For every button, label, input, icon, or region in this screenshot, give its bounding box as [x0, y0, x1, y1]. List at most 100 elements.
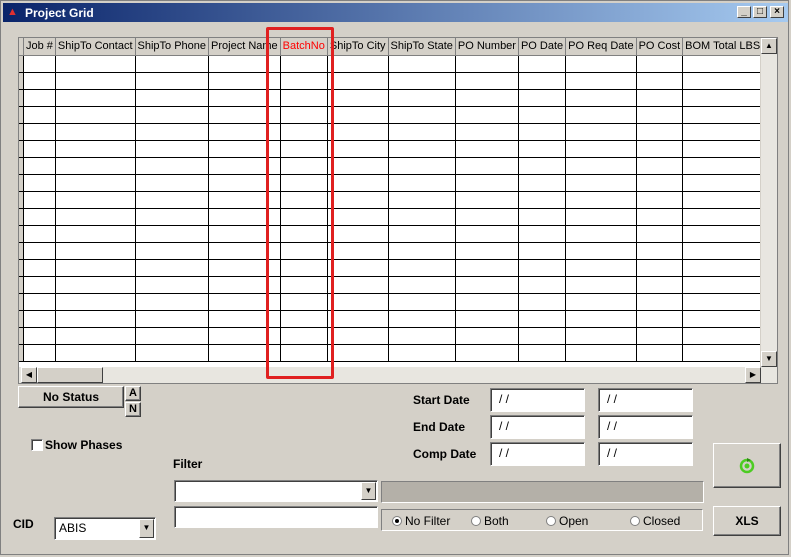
end-date-from-input[interactable]: / / [490, 415, 585, 439]
grid-cell[interactable] [23, 208, 56, 226]
table-row[interactable] [19, 174, 777, 192]
grid-cell[interactable] [565, 174, 637, 192]
grid-cell[interactable] [388, 259, 456, 277]
grid-cell[interactable] [565, 327, 637, 345]
grid-cell[interactable] [565, 123, 637, 141]
grid-cell[interactable] [455, 106, 519, 124]
grid-cell[interactable] [55, 208, 136, 226]
grid-cell[interactable] [518, 225, 567, 243]
grid-cell[interactable] [565, 293, 637, 311]
grid-cell[interactable] [55, 293, 136, 311]
radio-open-dot[interactable] [546, 516, 556, 526]
grid-cell[interactable] [135, 123, 210, 141]
grid-cell[interactable] [23, 293, 56, 311]
grid-table[interactable]: Job # ShipTo Contact ShipTo Phone Projec… [19, 38, 777, 362]
col-shipto-city[interactable]: ShipTo City [327, 38, 389, 56]
grid-cell[interactable] [455, 208, 519, 226]
grid-cell[interactable] [23, 327, 56, 345]
table-row[interactable] [19, 106, 777, 124]
grid-cell[interactable] [682, 140, 764, 158]
grid-cell[interactable] [327, 123, 389, 141]
grid-cell[interactable] [636, 242, 684, 260]
start-date-to-input[interactable]: / / [598, 388, 693, 412]
grid-cell[interactable] [455, 225, 519, 243]
grid-cell[interactable] [327, 191, 389, 209]
grid-cell[interactable] [327, 140, 389, 158]
grid-cell[interactable] [455, 55, 519, 73]
end-date-to-input[interactable]: / / [598, 415, 693, 439]
grid-cell[interactable] [565, 225, 637, 243]
comp-date-from-input[interactable]: / / [490, 442, 585, 466]
close-button[interactable]: × [770, 6, 784, 18]
grid-cell[interactable] [388, 276, 456, 294]
grid-cell[interactable] [23, 259, 56, 277]
grid-cell[interactable] [682, 72, 764, 90]
col-shipto-phone[interactable]: ShipTo Phone [135, 38, 210, 56]
grid-cell[interactable] [518, 72, 567, 90]
grid-cell[interactable] [682, 310, 764, 328]
grid-cell[interactable] [23, 72, 56, 90]
grid-cell[interactable] [565, 72, 637, 90]
grid-cell[interactable] [455, 242, 519, 260]
grid-cell[interactable] [636, 344, 684, 362]
grid-cell[interactable] [518, 191, 567, 209]
grid-cell[interactable] [55, 123, 136, 141]
grid-cell[interactable] [565, 310, 637, 328]
grid-cell[interactable] [55, 310, 136, 328]
grid-cell[interactable] [682, 225, 764, 243]
grid-cell[interactable] [518, 174, 567, 192]
grid-cell[interactable] [327, 157, 389, 175]
grid-cell[interactable] [23, 276, 56, 294]
table-row[interactable] [19, 123, 777, 141]
grid-cell[interactable] [636, 310, 684, 328]
filter-text-input[interactable] [174, 506, 378, 528]
grid-cell[interactable] [636, 140, 684, 158]
grid-cell[interactable] [682, 55, 764, 73]
grid-cell[interactable] [565, 208, 637, 226]
grid-cell[interactable] [682, 89, 764, 107]
grid-cell[interactable] [327, 89, 389, 107]
grid-cell[interactable] [518, 123, 567, 141]
table-row[interactable] [19, 225, 777, 243]
grid-cell[interactable] [135, 140, 210, 158]
col-job-number[interactable]: Job # [23, 38, 56, 56]
title-bar[interactable]: ▲ Project Grid _ □ × [3, 3, 788, 22]
scroll-left-icon[interactable]: ◀ [21, 367, 37, 383]
grid-cell[interactable] [327, 242, 389, 260]
grid-cell[interactable] [455, 89, 519, 107]
grid-cell[interactable] [135, 157, 210, 175]
grid-cell[interactable] [455, 259, 519, 277]
xls-export-button[interactable]: XLS [713, 506, 781, 536]
grid-cell[interactable] [55, 327, 136, 345]
scroll-down-icon[interactable]: ▼ [761, 351, 777, 367]
grid-cell[interactable] [327, 174, 389, 192]
grid-cell[interactable] [565, 276, 637, 294]
grid-cell[interactable] [55, 72, 136, 90]
grid-cell[interactable] [455, 157, 519, 175]
grid-cell[interactable] [682, 174, 764, 192]
col-bom-total-lbs[interactable]: BOM Total LBS [682, 38, 764, 56]
grid-cell[interactable] [327, 310, 389, 328]
grid-cell[interactable] [636, 106, 684, 124]
grid-cell[interactable] [388, 293, 456, 311]
col-po-cost[interactable]: PO Cost [636, 38, 684, 56]
show-phases-checkbox[interactable] [31, 439, 43, 451]
grid-cell[interactable] [565, 191, 637, 209]
radio-no-filter[interactable]: No Filter [392, 514, 450, 528]
grid-cell[interactable] [327, 344, 389, 362]
grid-cell[interactable] [388, 55, 456, 73]
grid-cell[interactable] [327, 72, 389, 90]
grid-cell[interactable] [55, 55, 136, 73]
grid-cell[interactable] [55, 242, 136, 260]
radio-no-filter-dot[interactable] [392, 516, 402, 526]
grid-cell[interactable] [518, 157, 567, 175]
grid-cell[interactable] [135, 293, 210, 311]
grid-cell[interactable] [135, 89, 210, 107]
cid-combo-chevron-down-icon[interactable]: ▼ [139, 519, 154, 538]
filter-combo-chevron-down-icon[interactable]: ▼ [361, 482, 376, 500]
grid-cell[interactable] [455, 140, 519, 158]
grid-cell[interactable] [518, 344, 567, 362]
grid-cell[interactable] [327, 208, 389, 226]
grid-cell[interactable] [388, 140, 456, 158]
grid-cell[interactable] [682, 242, 764, 260]
